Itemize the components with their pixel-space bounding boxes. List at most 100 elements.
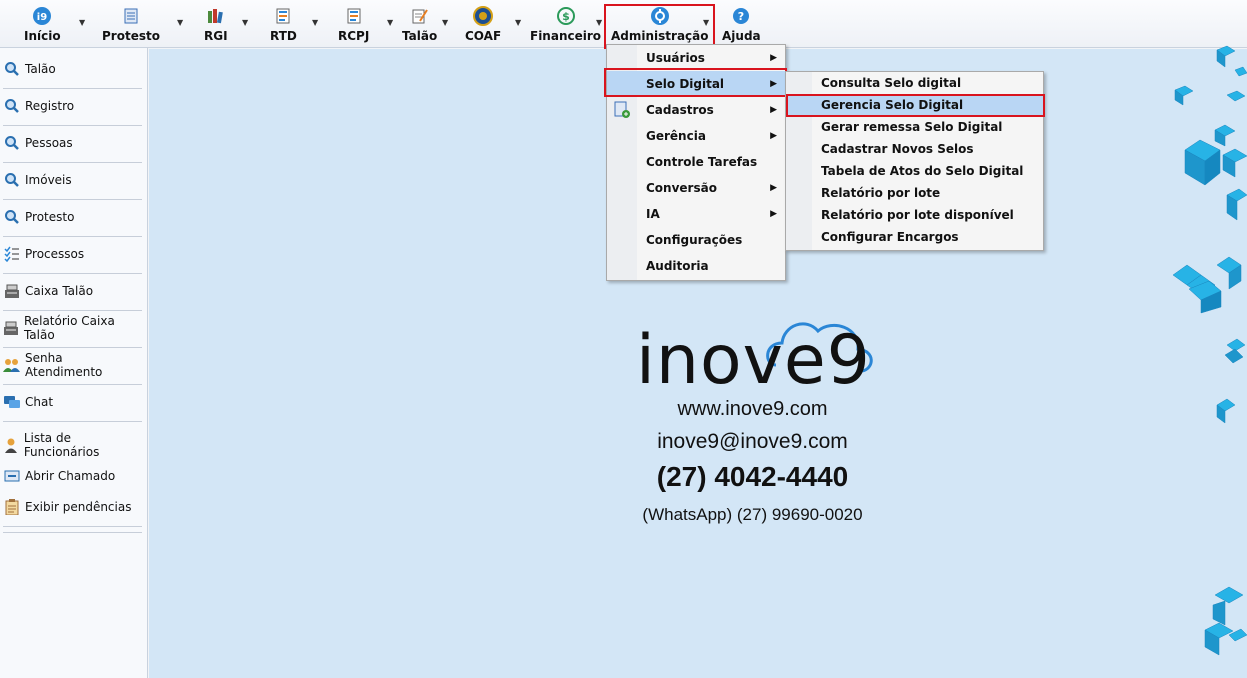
sidebar-item-chat[interactable]: Chat bbox=[3, 384, 142, 420]
menu-item-configuracoes[interactable]: Configurações bbox=[607, 227, 785, 253]
new-document-icon bbox=[613, 101, 631, 122]
search-icon bbox=[3, 171, 21, 189]
ticket-icon bbox=[3, 467, 21, 485]
dropdown-arrow-icon[interactable]: ▼ bbox=[596, 18, 602, 27]
menu-item-label: Controle Tarefas bbox=[646, 155, 758, 169]
website-text: www.inove9.com bbox=[677, 398, 828, 420]
submenu-item-configurar-encargos[interactable]: Configurar Encargos bbox=[786, 226, 1043, 248]
document-icon bbox=[121, 6, 141, 26]
cash-register-icon bbox=[3, 282, 21, 300]
toolbar-label: Financeiro bbox=[530, 29, 602, 43]
submenu-arrow-icon: ▶ bbox=[770, 53, 777, 63]
sidebar-item-label: Talão bbox=[25, 62, 56, 76]
sidebar-item-pessoas[interactable]: Pessoas bbox=[3, 125, 142, 161]
pencil-document-icon bbox=[410, 6, 430, 26]
submenu-arrow-icon: ▶ bbox=[770, 131, 777, 141]
menu-item-label: Configurar Encargos bbox=[821, 230, 959, 244]
toolbar-rgi[interactable]: RGI ▼ bbox=[190, 0, 255, 48]
sidebar-item-label: Registro bbox=[25, 99, 75, 113]
sidebar-item-exibir-pendencias[interactable]: Exibir pendências bbox=[3, 493, 142, 521]
menu-item-label: Usuários bbox=[646, 51, 705, 65]
money-cycle-icon: $ bbox=[556, 6, 576, 26]
submenu-arrow-icon: ▶ bbox=[770, 209, 777, 219]
toolbar-label: Ajuda bbox=[722, 29, 761, 43]
sidebar-item-relatorio-caixa-talao[interactable]: Relatório Caixa Talão bbox=[3, 310, 142, 346]
menu-item-gerencia[interactable]: Gerência ▶ bbox=[607, 123, 785, 149]
svg-text:?: ? bbox=[738, 10, 744, 23]
sidebar-item-label: Exibir pendências bbox=[25, 500, 132, 514]
dropdown-arrow-icon[interactable]: ▼ bbox=[312, 18, 318, 27]
sidebar-item-label: Abrir Chamado bbox=[25, 469, 116, 483]
menu-item-controle-tarefas[interactable]: Controle Tarefas bbox=[607, 149, 785, 175]
menu-item-cadastros[interactable]: Cadastros ▶ bbox=[607, 97, 785, 123]
toolbar-label: Início bbox=[24, 29, 61, 43]
menu-item-label: Cadastrar Novos Selos bbox=[821, 142, 974, 156]
menu-item-label: Consulta Selo digital bbox=[821, 76, 962, 90]
dropdown-arrow-icon[interactable]: ▼ bbox=[387, 18, 393, 27]
employee-icon bbox=[3, 436, 20, 454]
chat-icon bbox=[3, 393, 21, 411]
submenu-item-relatorio-lote[interactable]: Relatório por lote bbox=[786, 182, 1043, 204]
submenu-item-cadastrar-selos[interactable]: Cadastrar Novos Selos bbox=[786, 138, 1043, 160]
submenu-item-tabela-atos[interactable]: Tabela de Atos do Selo Digital bbox=[786, 160, 1043, 182]
selo-digital-highlight-box bbox=[604, 68, 787, 97]
submenu-item-relatorio-lote-disponivel[interactable]: Relatório por lote disponível bbox=[786, 204, 1043, 226]
sidebar-item-senha-atendimento[interactable]: Senha Atendimento bbox=[3, 347, 142, 383]
svg-text:i9: i9 bbox=[37, 12, 47, 23]
submenu-item-consulta-selo[interactable]: Consulta Selo digital bbox=[786, 72, 1043, 94]
i9-icon: i9 bbox=[32, 6, 52, 26]
sidebar-item-processos[interactable]: Processos bbox=[3, 236, 142, 272]
menu-item-label: Tabela de Atos do Selo Digital bbox=[821, 164, 1024, 178]
toolbar-label: Talão bbox=[402, 29, 438, 43]
phone-text: (27) 4042-4440 bbox=[656, 461, 849, 492]
sidebar-item-lista-funcionarios[interactable]: Lista de Funcionários bbox=[3, 427, 142, 463]
toolbar-label: RGI bbox=[204, 29, 228, 43]
dropdown-arrow-icon[interactable]: ▼ bbox=[242, 18, 248, 27]
cash-register-icon bbox=[3, 319, 20, 337]
sidebar-item-label: Protesto bbox=[25, 210, 75, 224]
toolbar-talao[interactable]: Talão ▼ bbox=[397, 0, 455, 48]
dropdown-arrow-icon[interactable]: ▼ bbox=[177, 18, 183, 27]
menu-item-label: Gerar remessa Selo Digital bbox=[821, 120, 1003, 134]
email-text: inove9@inove9.com bbox=[657, 430, 848, 453]
logo-text: inove9 bbox=[636, 321, 871, 400]
sidebar-item-label: Caixa Talão bbox=[25, 284, 94, 298]
sidebar-item-abrir-chamado[interactable]: Abrir Chamado bbox=[3, 462, 142, 490]
toolbar-label: RTD bbox=[270, 29, 297, 43]
menu-item-conversao[interactable]: Conversão ▶ bbox=[607, 175, 785, 201]
menu-item-ia[interactable]: IA ▶ bbox=[607, 201, 785, 227]
menu-item-label: IA bbox=[646, 207, 660, 221]
toolbar-inicio[interactable]: i9 Início ▼ bbox=[0, 0, 90, 48]
submenu-item-gerar-remessa[interactable]: Gerar remessa Selo Digital bbox=[786, 116, 1043, 138]
sidebar-item-label: Relatório Caixa Talão bbox=[23, 314, 115, 342]
submenu-arrow-icon: ▶ bbox=[770, 183, 777, 193]
sidebar-divider bbox=[3, 532, 142, 533]
toolbar-rcpj[interactable]: RCPJ ▼ bbox=[325, 0, 397, 48]
sidebar-item-talao[interactable]: Talão bbox=[3, 51, 142, 87]
toolbar-label: COAF bbox=[465, 29, 502, 43]
submenu-arrow-icon: ▶ bbox=[770, 105, 777, 115]
sidebar-item-label: Processos bbox=[25, 247, 85, 261]
toolbar-rtd[interactable]: RTD ▼ bbox=[255, 0, 325, 48]
menu-item-label: Relatório por lote bbox=[821, 186, 941, 200]
dropdown-arrow-icon[interactable]: ▼ bbox=[515, 18, 521, 27]
sidebar-divider bbox=[3, 421, 142, 422]
sidebar-item-caixa-talao[interactable]: Caixa Talão bbox=[3, 273, 142, 309]
list-document-icon bbox=[273, 6, 293, 26]
list-document-icon bbox=[344, 6, 364, 26]
toolbar-ajuda[interactable]: ? Ajuda bbox=[716, 0, 766, 48]
search-icon bbox=[3, 60, 21, 78]
dropdown-arrow-icon[interactable]: ▼ bbox=[79, 18, 85, 27]
menu-item-label: Gerência bbox=[646, 129, 706, 143]
toolbar-financeiro[interactable]: $ Financeiro ▼ bbox=[527, 0, 605, 48]
books-icon bbox=[206, 6, 226, 26]
sidebar-item-imoveis[interactable]: Imóveis bbox=[3, 162, 142, 198]
menu-item-auditoria[interactable]: Auditoria bbox=[607, 253, 785, 279]
toolbar-coaf[interactable]: COAF ▼ bbox=[455, 0, 527, 48]
sidebar-item-registro[interactable]: Registro bbox=[3, 88, 142, 124]
search-icon bbox=[3, 208, 21, 226]
sidebar-item-protesto[interactable]: Protesto bbox=[3, 199, 142, 235]
gerencia-selo-highlight-box bbox=[786, 94, 1045, 117]
toolbar-protesto[interactable]: Protesto ▼ bbox=[90, 0, 190, 48]
dropdown-arrow-icon[interactable]: ▼ bbox=[442, 18, 448, 27]
